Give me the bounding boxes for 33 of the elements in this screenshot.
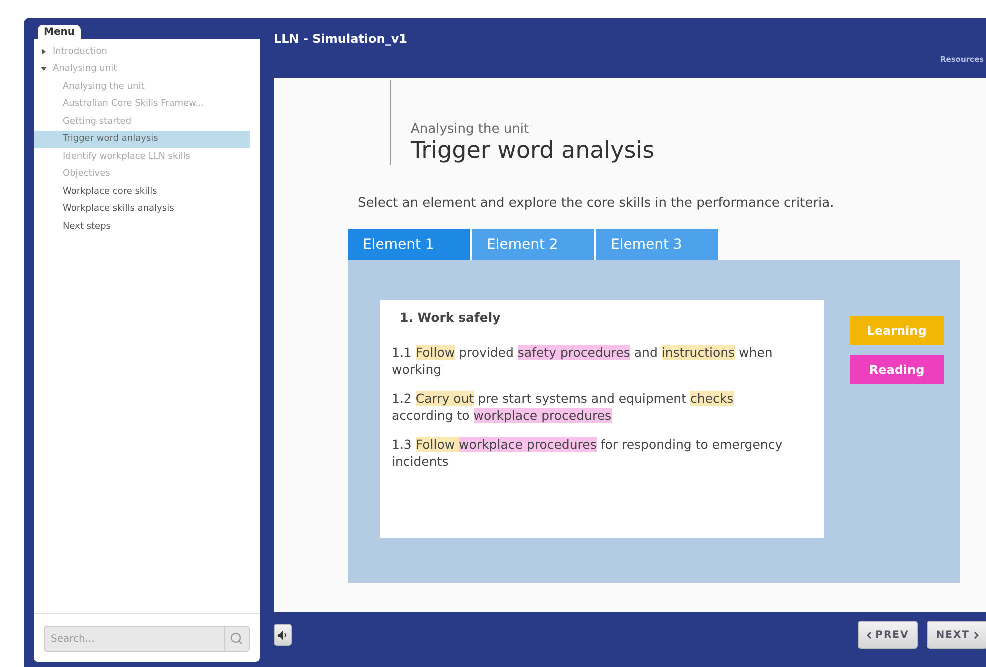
criterion-text: 1.1 Follow provided safety procedures and instructions when working: [392, 344, 774, 378]
caret-down-icon[interactable]: [40, 65, 48, 74]
prev-button[interactable]: PREV: [858, 621, 918, 649]
menu-item[interactable]: Introduction: [34, 43, 260, 60]
chevron-right-icon: [974, 632, 979, 638]
next-button[interactable]: NEXT: [927, 621, 986, 649]
instructions-text: Select an element and explore the core skills in the performance criteria.: [358, 197, 836, 211]
element-tab[interactable]: Element 2: [472, 229, 596, 260]
skill-badge: Learning: [850, 316, 944, 345]
menu-item[interactable]: Next steps: [34, 218, 260, 236]
menu-item[interactable]: Analysing the unit: [34, 78, 260, 96]
page-subtitle: Analysing the unit: [411, 122, 530, 137]
menu-item[interactable]: Getting started: [34, 113, 260, 130]
criterion-text: 1.3 Follow workplace procedures for responding to emergency incidents: [392, 436, 784, 470]
skill-badge: Reading: [850, 355, 944, 384]
search-field[interactable]: Search...: [44, 626, 224, 652]
course-title: LLN - Simulation_v1: [274, 31, 408, 48]
menu-item[interactable]: Objectives: [34, 166, 260, 183]
menu-item[interactable]: Trigger word anlaysis: [34, 130, 250, 148]
menu-item[interactable]: Workplace skills analysis: [34, 200, 260, 218]
menu-item[interactable]: Analysing unit: [34, 60, 260, 78]
caret-right-icon[interactable]: [40, 48, 48, 56]
sound-button[interactable]: [274, 624, 292, 646]
criterion-text: 1.2 Carry out pre start systems and equipment checks according to workplace procedures: [392, 390, 735, 424]
speaker-icon: [278, 630, 288, 640]
chevron-left-icon: [866, 632, 872, 638]
menu-item[interactable]: Australian Core Skills Framew...: [34, 96, 260, 113]
page-title: Trigger word analysis: [411, 137, 656, 165]
element-tab[interactable]: Element 3: [596, 229, 720, 260]
element-title: 1. Work safely: [400, 309, 502, 326]
element-tab[interactable]: Element 1: [348, 229, 472, 260]
menu-item[interactable]: Workplace core skills: [34, 183, 260, 200]
menu-item[interactable]: Identify workplace LLN skills: [34, 148, 260, 166]
